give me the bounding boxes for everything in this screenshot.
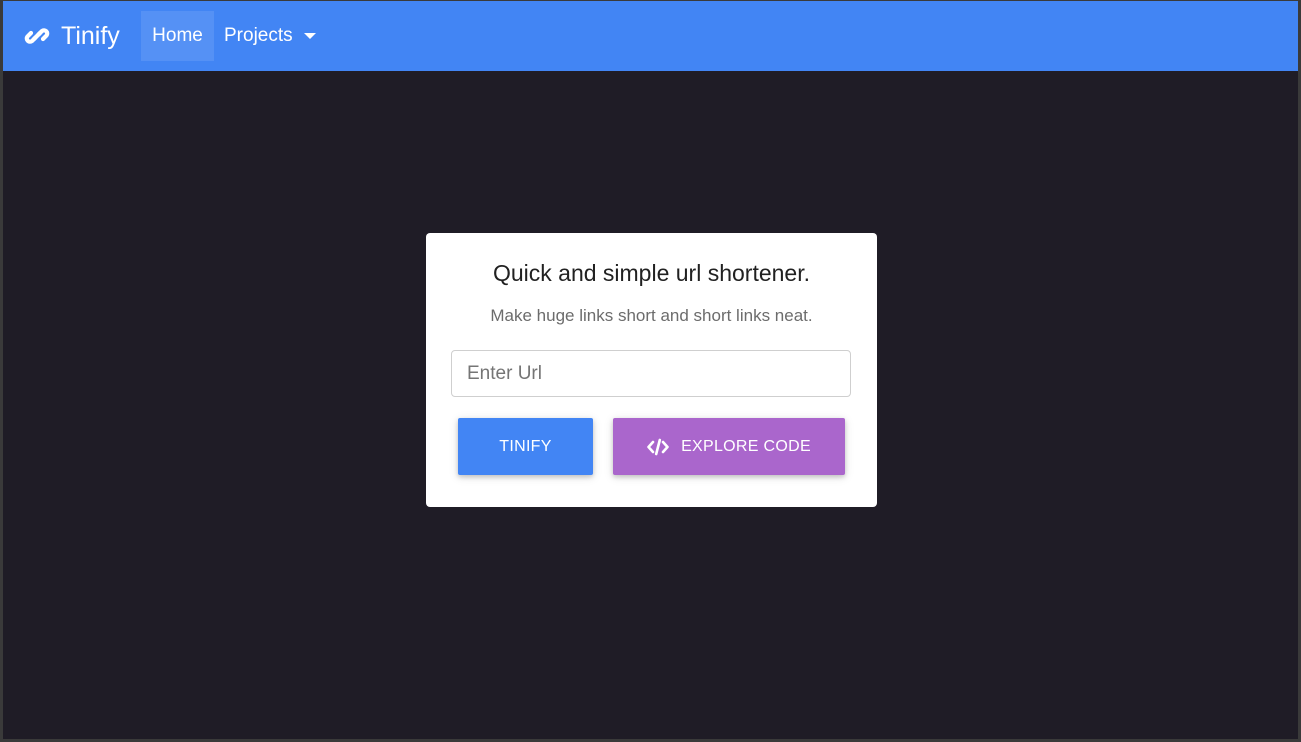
shortener-card: Quick and simple url shortener. Make hug… [426,233,877,507]
nav-item-projects-dropdown[interactable]: Projects [224,11,316,61]
brand-link[interactable]: Tinify [23,18,120,54]
link-icon [24,28,50,44]
nav-item-home[interactable]: Home [141,11,214,61]
url-input[interactable] [451,350,851,397]
card-title: Quick and simple url shortener. [492,260,811,286]
brand-name: Tinify [61,22,120,50]
explore-code-label: EXPLORE CODE [681,437,811,455]
nav-item-projects-label: Projects [224,25,293,46]
caret-down-icon [303,33,316,39]
tinify-button[interactable]: TINIFY [458,418,593,475]
navbar: Tinify Home Projects [3,1,1298,71]
explore-code-button[interactable]: EXPLORE CODE [613,418,845,475]
card-subtitle: Make huge links short and short links ne… [490,306,813,325]
code-icon [647,438,669,455]
app-window: Tinify Home Projects Quick and simple ur… [3,1,1298,739]
tinify-button-label: TINIFY [499,437,552,455]
